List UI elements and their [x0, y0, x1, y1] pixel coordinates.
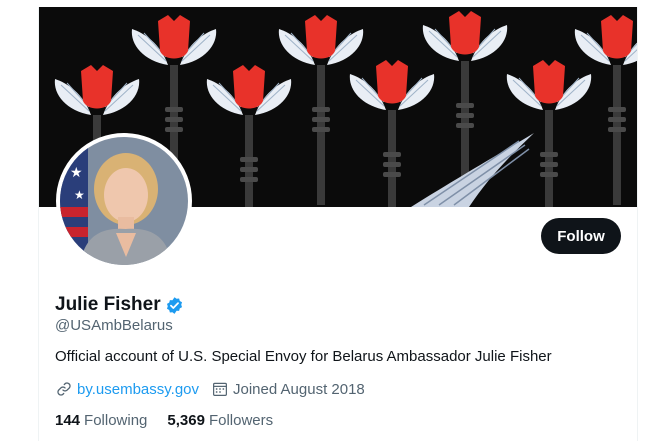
- following-label: Following: [84, 412, 148, 429]
- avatar-photo: ★ ★: [60, 137, 188, 265]
- svg-text:★: ★: [74, 188, 85, 202]
- link-icon: [57, 382, 71, 396]
- profile-avatar[interactable]: ★ ★: [56, 133, 192, 269]
- joined-date: Joined August 2018: [233, 380, 365, 398]
- profile-handle: @USAmbBelarus: [55, 317, 173, 334]
- profile-bio: Official account of U.S. Special Envoy f…: [55, 348, 552, 365]
- profile-name-row: Julie Fisher: [55, 294, 184, 316]
- profile-stats: 144 Following 5,369 Followers: [55, 412, 293, 429]
- followers-link[interactable]: 5,369 Followers: [167, 412, 273, 429]
- calendar-icon: [213, 382, 227, 396]
- display-name: Julie Fisher: [55, 294, 161, 315]
- following-count: 144: [55, 412, 81, 429]
- followers-count: 5,369: [167, 412, 205, 429]
- website-item: by.usembassy.gov: [55, 380, 199, 398]
- website-link[interactable]: by.usembassy.gov: [77, 381, 199, 398]
- followers-label: Followers: [208, 412, 274, 429]
- follow-button[interactable]: Follow: [541, 218, 621, 254]
- verified-badge-icon: [165, 296, 184, 315]
- svg-text:★: ★: [70, 165, 83, 181]
- profile-card: ★ ★ Follow Julie Fisher @USAmbBelarus Of…: [38, 7, 638, 441]
- following-link[interactable]: 144 Following: [55, 412, 147, 429]
- profile-meta: by.usembassy.gov Joined August 2018: [55, 380, 377, 398]
- joined-item: Joined August 2018: [211, 380, 365, 398]
